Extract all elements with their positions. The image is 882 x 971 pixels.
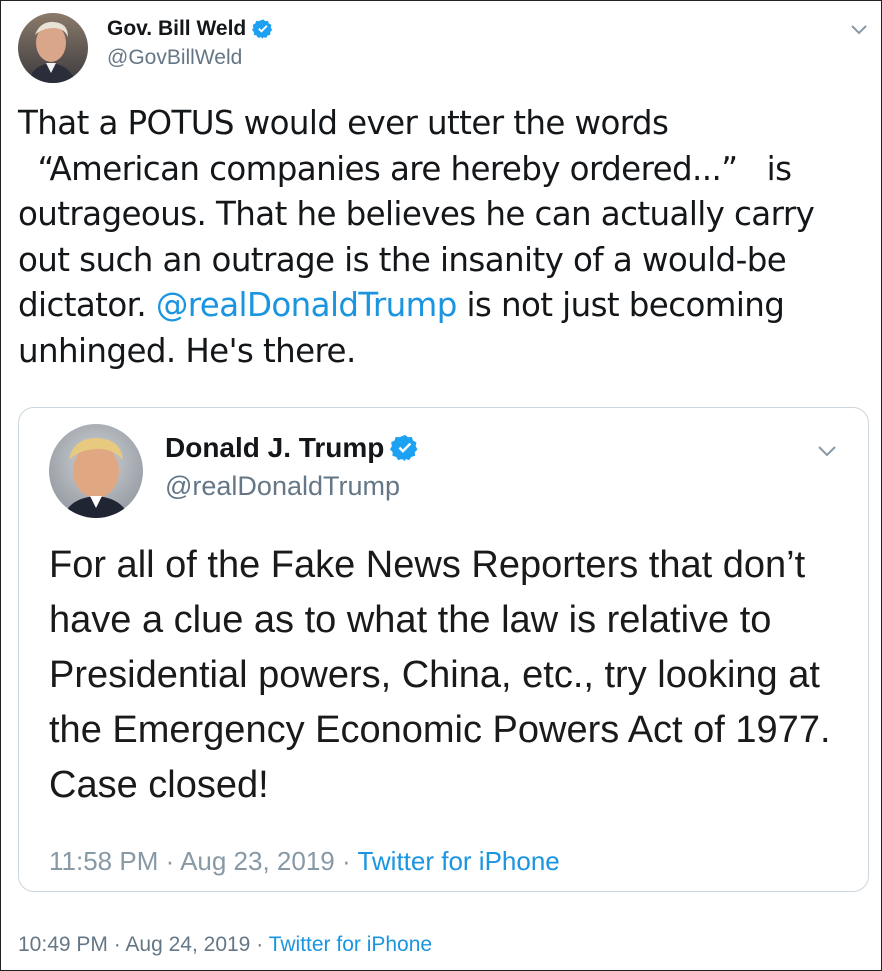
quoted-tweet-date[interactable]: Aug 23, 2019 bbox=[180, 846, 335, 876]
meta-separator: · bbox=[342, 846, 351, 876]
tweet-author[interactable]: Gov. Bill Weld @GovBillWeld bbox=[107, 17, 274, 70]
meta-separator: · bbox=[165, 846, 175, 876]
author-handle[interactable]: @GovBillWeld bbox=[107, 46, 274, 70]
quoted-tweet-meta: 11:58 PM · Aug 23, 2019 · Twitter for iP… bbox=[49, 846, 560, 877]
verified-badge-icon bbox=[252, 19, 273, 39]
chevron-down-icon[interactable] bbox=[850, 23, 868, 35]
quoted-avatar[interactable] bbox=[49, 424, 143, 518]
mention-link[interactable]: @realDonaldTrump bbox=[156, 286, 458, 324]
quoted-tweet-card[interactable]: Donald J. Trump @realDonaldTrump For all… bbox=[18, 407, 869, 892]
quoted-tweet-source-link[interactable]: Twitter for iPhone bbox=[357, 846, 559, 876]
quoted-author-name[interactable]: Donald J. Trump bbox=[165, 432, 384, 464]
verified-badge-icon bbox=[390, 434, 418, 462]
avatar-image bbox=[18, 13, 88, 83]
tweet-date[interactable]: Aug 24, 2019 bbox=[125, 933, 250, 956]
avatar[interactable] bbox=[18, 13, 88, 83]
tweet-frame: Gov. Bill Weld @GovBillWeld That a POTUS… bbox=[0, 0, 882, 971]
quoted-author[interactable]: Donald J. Trump @realDonaldTrump bbox=[165, 432, 420, 502]
tweet-meta: 10:49 PM · Aug 24, 2019 · Twitter for iP… bbox=[18, 933, 432, 957]
meta-separator: · bbox=[113, 933, 121, 956]
quoted-tweet-text: For all of the Fake News Reporters that … bbox=[49, 544, 831, 806]
tweet-time[interactable]: 10:49 PM bbox=[18, 933, 108, 956]
quoted-tweet-time[interactable]: 11:58 PM bbox=[49, 846, 158, 876]
chevron-down-icon[interactable] bbox=[817, 444, 837, 457]
tweet-source-link[interactable]: Twitter for iPhone bbox=[269, 933, 432, 956]
tweet-text: That a POTUS would ever utter the words … bbox=[18, 101, 868, 374]
author-name[interactable]: Gov. Bill Weld bbox=[107, 17, 246, 41]
quoted-avatar-image bbox=[49, 424, 143, 518]
quoted-author-handle[interactable]: @realDonaldTrump bbox=[165, 471, 420, 502]
meta-separator: · bbox=[256, 933, 264, 956]
